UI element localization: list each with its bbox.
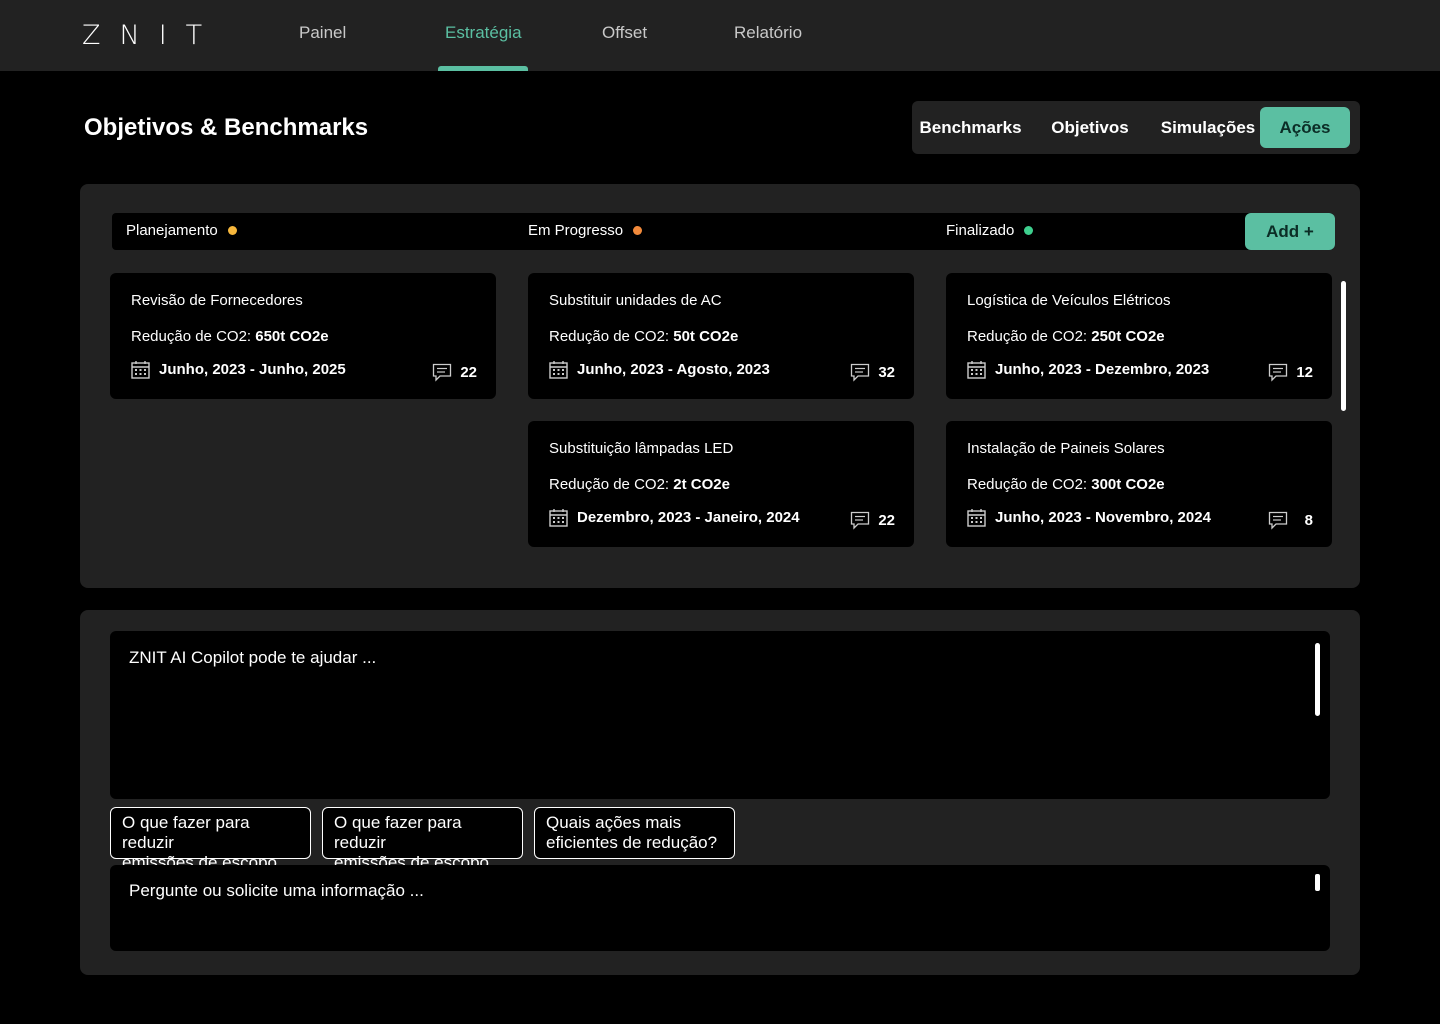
input-scrollbar[interactable] — [1315, 874, 1320, 891]
comments-button[interactable]: 22 — [432, 363, 477, 382]
status-dot-orange — [633, 226, 643, 235]
card-title: Logística de Veículos Elétricos — [967, 292, 1171, 309]
nav-tab-painel[interactable]: Painel — [299, 23, 346, 43]
status-dot-yellow — [227, 226, 237, 235]
comments-button[interactable]: 12 — [1268, 363, 1313, 382]
comment-count: 22 — [460, 364, 477, 381]
comments-button[interactable]: 22 — [850, 511, 895, 530]
action-card[interactable]: Revisão de Fornecedores Redução de CO2: … — [110, 273, 496, 399]
action-card[interactable]: Substituir unidades de AC Redução de CO2… — [528, 273, 914, 399]
calendar-icon — [549, 361, 568, 379]
column-header-em-progresso: Em Progresso — [528, 222, 643, 239]
card-title: Substituir unidades de AC — [549, 292, 722, 309]
status-header — [112, 213, 1334, 250]
comment-count: 8 — [1304, 512, 1313, 529]
reduction-label: Redução de CO2: — [549, 328, 670, 345]
nav-tab-estrategia[interactable]: Estratégia — [445, 23, 522, 43]
suggestion-chip-scope2[interactable]: O que fazer para reduzir emissões de esc… — [322, 807, 523, 892]
column-header-planejamento: Planejamento — [126, 222, 237, 239]
card-title: Instalação de Paineis Solares — [967, 440, 1165, 457]
column-label: Em Progresso — [528, 222, 624, 239]
segment-benchmarks[interactable]: Benchmarks — [918, 107, 1023, 148]
reduction-value: 650t CO2e — [255, 328, 329, 345]
reduction-label: Redução de CO2: — [549, 476, 670, 493]
reduction-label: Redução de CO2: — [131, 328, 252, 345]
action-card[interactable]: Logística de Veículos Elétricos Redução … — [946, 273, 1332, 399]
reduction-label: Redução de CO2: — [967, 328, 1088, 345]
card-date-row: Junho, 2023 - Dezembro, 2023 — [967, 360, 1209, 379]
copilot-greeting: ZNIT AI Copilot pode te ajudar ... — [129, 648, 377, 667]
nav-tab-relatorio[interactable]: Relatório — [734, 23, 802, 43]
card-title: Revisão de Fornecedores — [131, 292, 303, 309]
comment-icon — [1268, 363, 1288, 382]
board-scrollbar[interactable] — [1341, 281, 1346, 411]
card-reduction: Redução de CO2: 300t CO2e — [967, 476, 1165, 493]
card-date-row: Dezembro, 2023 - Janeiro, 2024 — [549, 508, 800, 527]
reduction-value: 50t CO2e — [673, 328, 739, 345]
suggestion-chip-scope3[interactable]: O que fazer para reduzir emissões de esc… — [110, 807, 311, 892]
card-reduction: Redução de CO2: 650t CO2e — [131, 328, 329, 345]
segment-objetivos[interactable]: Objetivos — [1040, 107, 1140, 148]
card-reduction: Redução de CO2: 50t CO2e — [549, 328, 738, 345]
column-header-finalizado: Finalizado — [946, 222, 1034, 239]
card-date-row: Junho, 2023 - Agosto, 2023 — [549, 360, 770, 379]
comments-button[interactable]: 32 — [850, 363, 895, 382]
chat-scrollbar[interactable] — [1315, 643, 1320, 716]
segment-simulacoes[interactable]: Simulações — [1158, 107, 1258, 148]
card-reduction: Redução de CO2: 2t CO2e — [549, 476, 730, 493]
view-switcher: Benchmarks Objetivos Simulações Ações — [912, 101, 1360, 154]
reduction-label: Redução de CO2: — [967, 476, 1088, 493]
comment-icon — [1268, 511, 1288, 530]
card-title: Substituição lâmpadas LED — [549, 440, 734, 457]
calendar-icon — [967, 361, 986, 379]
comment-icon — [850, 363, 870, 382]
card-dates: Junho, 2023 - Junho, 2025 — [159, 361, 346, 378]
card-dates: Junho, 2023 - Dezembro, 2023 — [995, 361, 1210, 378]
comment-icon — [432, 363, 452, 382]
column-label: Planejamento — [126, 222, 218, 239]
reduction-value: 250t CO2e — [1091, 328, 1165, 345]
active-tab-indicator — [438, 66, 528, 71]
reduction-value: 2t CO2e — [673, 476, 730, 493]
card-date-row: Junho, 2023 - Junho, 2025 — [131, 360, 346, 379]
card-dates: Dezembro, 2023 - Janeiro, 2024 — [577, 509, 800, 526]
card-dates: Junho, 2023 - Agosto, 2023 — [577, 361, 770, 378]
page-title: Objetivos & Benchmarks — [84, 114, 369, 141]
card-date-row: Junho, 2023 - Novembro, 2024 — [967, 508, 1211, 527]
status-dot-green — [1024, 226, 1034, 235]
comment-icon — [850, 511, 870, 530]
calendar-icon — [967, 509, 986, 527]
segment-acoes[interactable]: Ações — [1260, 107, 1350, 148]
card-dates: Junho, 2023 - Novembro, 2024 — [995, 509, 1211, 526]
nav-tab-offset[interactable]: Offset — [602, 23, 647, 43]
card-reduction: Redução de CO2: 250t CO2e — [967, 328, 1165, 345]
add-action-button[interactable]: Add + — [1245, 213, 1335, 250]
comment-count: 22 — [878, 512, 895, 529]
calendar-icon — [131, 361, 150, 379]
column-label: Finalizado — [946, 222, 1015, 239]
top-navbar: ZNIT Painel Estratégia Offset Relatório — [0, 0, 1440, 71]
comment-count: 12 — [1296, 364, 1313, 381]
znit-logo[interactable]: ZNIT — [82, 20, 221, 51]
comments-button[interactable]: 8 — [1268, 511, 1313, 530]
copilot-input[interactable] — [110, 865, 1330, 951]
copilot-input-placeholder: Pergunte ou solicite uma informação ... — [129, 881, 424, 900]
calendar-icon — [549, 509, 568, 527]
action-card[interactable]: Substituição lâmpadas LED Redução de CO2… — [528, 421, 914, 547]
action-card[interactable]: Instalação de Paineis Solares Redução de… — [946, 421, 1332, 547]
suggestion-chip-efficient-actions[interactable]: Quais ações mais eficientes de redução? — [534, 807, 735, 859]
reduction-value: 300t CO2e — [1091, 476, 1165, 493]
comment-count: 32 — [878, 364, 895, 381]
